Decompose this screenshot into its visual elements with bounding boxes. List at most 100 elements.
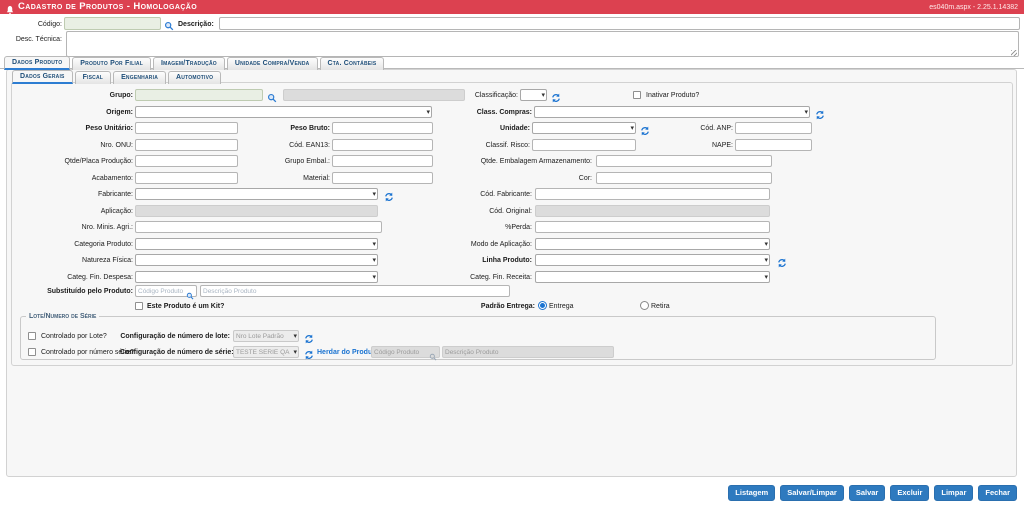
classificacao-label: Classificação: <box>474 92 518 99</box>
limpar-button[interactable]: Limpar <box>934 485 974 501</box>
unidade-refresh-icon[interactable] <box>640 123 650 136</box>
inativar-checkbox[interactable] <box>633 91 641 99</box>
chevron-down-icon: ▾ <box>372 274 376 281</box>
qtde-placa-label: Qtde/Placa Produção: <box>64 158 134 165</box>
modo-aplicacao-select[interactable]: ▾ <box>535 238 770 250</box>
grupo-lookup-field[interactable] <box>135 89 263 101</box>
chevron-down-icon: ▾ <box>372 241 376 248</box>
footer-buttons: Listagem Salvar/Limpar Salvar Excluir Li… <box>728 485 1017 501</box>
cor-label: Cor: <box>578 175 592 182</box>
chevron-down-icon: ▾ <box>804 109 808 116</box>
config-lote-refresh-icon[interactable] <box>304 331 314 344</box>
perda-field[interactable] <box>535 221 770 233</box>
material-field[interactable] <box>332 172 433 184</box>
descricao-label: Descrição: <box>178 21 214 28</box>
fabricante-select[interactable]: ▾ <box>135 188 378 200</box>
tab-dados-gerais[interactable]: Dados Gerais <box>12 70 73 84</box>
acabamento-field[interactable] <box>135 172 238 184</box>
sub-tabs: Dados Gerais Fiscal Engenharia Automotiv… <box>12 70 222 84</box>
config-serie-label: Configuração de número de série: <box>120 349 234 356</box>
tab-dados-produto[interactable]: Dados Produto <box>4 56 71 70</box>
descricao-field[interactable] <box>219 17 1020 30</box>
peso-bruto-label: Peso Bruto: <box>290 125 330 132</box>
salvar-button[interactable]: Salvar <box>848 485 886 501</box>
tab-unidade-compra-venda[interactable]: Unidade Compra/Venda <box>226 57 318 70</box>
salvar-limpar-button[interactable]: Salvar/Limpar <box>780 485 844 501</box>
tab-automotivo[interactable]: Automotivo <box>168 71 222 84</box>
nape-label: NAPE: <box>711 142 733 149</box>
categoria-produto-select[interactable]: ▾ <box>135 238 378 250</box>
excluir-button[interactable]: Excluir <box>890 485 930 501</box>
desc-tecnica-textarea[interactable] <box>66 31 1019 57</box>
config-lote-select: Nro Lote Padrão ▾ <box>233 330 299 342</box>
linha-produto-select[interactable]: ▾ <box>535 254 770 266</box>
cod-anp-field[interactable] <box>735 122 812 134</box>
classificacao-select[interactable]: ▾ <box>520 89 547 101</box>
cod-ean13-field[interactable] <box>332 139 433 151</box>
natureza-fisica-select[interactable]: ▾ <box>135 254 378 266</box>
tab-cta-contabeis[interactable]: Cta. Contábeis <box>319 57 385 70</box>
tab-fiscal[interactable]: Fiscal <box>74 71 112 84</box>
classificacao-refresh-icon[interactable] <box>551 90 561 103</box>
herdar-produto-link[interactable]: Herdar do Produto <box>317 347 379 358</box>
cod-fabricante-label: Cód. Fabricante: <box>480 191 532 198</box>
substituido-descricao-field[interactable] <box>200 285 510 297</box>
entrega-radio[interactable] <box>538 301 547 310</box>
tab-produto-por-filial[interactable]: Produto Por Filial <box>72 57 151 70</box>
nro-onu-field[interactable] <box>135 139 238 151</box>
grupo-search-icon[interactable] <box>267 90 277 103</box>
entrega-label: Entrega <box>549 303 574 310</box>
inativar-label: Inativar Produto? <box>646 92 700 99</box>
nape-field[interactable] <box>735 139 812 151</box>
class-compras-select[interactable]: ▾ <box>534 106 810 118</box>
peso-unitario-field[interactable] <box>135 122 238 134</box>
chevron-down-icon: ▾ <box>764 274 768 281</box>
chevron-down-icon: ▾ <box>426 109 430 116</box>
grupo-embal-field[interactable] <box>332 155 433 167</box>
origem-select[interactable]: ▾ <box>135 106 432 118</box>
substituido-search-icon[interactable] <box>186 287 194 300</box>
desc-tecnica-label: Desc. Técnica: <box>15 36 62 43</box>
nro-onu-label: Nro. ONU: <box>100 142 133 149</box>
material-label: Material: <box>303 175 330 182</box>
classif-risco-field[interactable] <box>532 139 636 151</box>
controlado-serie-checkbox[interactable] <box>28 348 36 356</box>
chevron-down-icon: ▾ <box>764 241 768 248</box>
linha-produto-refresh-icon[interactable] <box>777 255 787 268</box>
peso-bruto-field[interactable] <box>332 122 433 134</box>
cod-fabricante-field[interactable] <box>535 188 770 200</box>
listagem-button[interactable]: Listagem <box>728 485 776 501</box>
bell-icon <box>5 2 15 14</box>
config-serie-refresh-icon[interactable] <box>304 347 314 360</box>
chevron-down-icon: ▾ <box>293 333 297 340</box>
cor-field[interactable] <box>596 172 772 184</box>
qtde-placa-field[interactable] <box>135 155 238 167</box>
acabamento-label: Acabamento: <box>91 175 133 182</box>
class-compras-refresh-icon[interactable] <box>815 107 825 120</box>
categ-fin-receita-select[interactable]: ▾ <box>535 271 770 283</box>
kit-checkbox[interactable] <box>135 302 143 310</box>
fabricante-refresh-icon[interactable] <box>384 189 394 202</box>
textarea-resize-grip[interactable] <box>1011 50 1017 56</box>
controlado-lote-checkbox[interactable] <box>28 332 36 340</box>
tab-engenharia[interactable]: Engenharia <box>113 71 167 84</box>
title-bar: Cadastro de Produtos - Homologação es040… <box>0 0 1024 14</box>
categ-fin-despesa-select[interactable]: ▾ <box>135 271 378 283</box>
chevron-down-icon: ▾ <box>630 125 634 132</box>
retira-radio[interactable] <box>640 301 649 310</box>
retira-label: Retira <box>651 303 670 310</box>
qtde-embalagem-field[interactable] <box>596 155 772 167</box>
herdar-descricao-field <box>442 346 614 358</box>
chevron-down-icon: ▾ <box>293 349 297 356</box>
origem-label: Origem: <box>106 109 133 116</box>
grupo-description-field <box>283 89 465 101</box>
fechar-button[interactable]: Fechar <box>978 485 1017 501</box>
config-lote-value: Nro Lote Padrão <box>236 333 284 340</box>
codigo-search-icon[interactable] <box>164 18 174 31</box>
tab-imagem-traducao[interactable]: Imagem/Tradução <box>152 57 225 70</box>
config-serie-value: TESTE SERIE QA <box>236 349 290 356</box>
cod-original-label: Cód. Original: <box>489 208 532 215</box>
unidade-select[interactable]: ▾ <box>532 122 636 134</box>
nro-minis-field[interactable] <box>135 221 382 233</box>
codigo-field[interactable] <box>64 17 161 30</box>
